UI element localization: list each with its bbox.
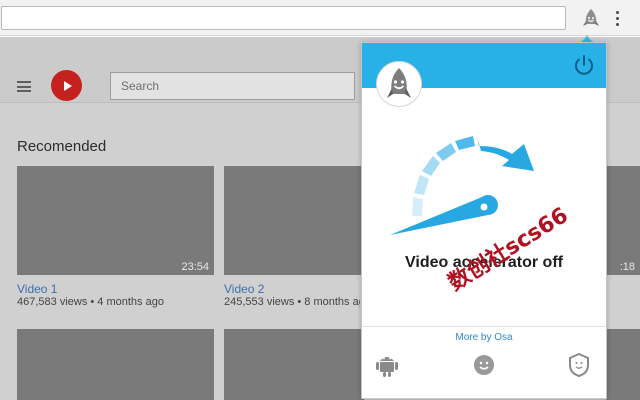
extension-button[interactable] xyxy=(578,6,604,30)
video-title[interactable]: Video 1 xyxy=(17,282,57,296)
video-duration: 23:54 xyxy=(181,261,209,273)
browser-menu-icon[interactable] xyxy=(610,7,624,29)
rocket-face-icon xyxy=(583,9,599,26)
video-thumbnail[interactable]: :18 xyxy=(606,166,640,275)
app-avatar xyxy=(376,61,422,107)
address-bar[interactable] xyxy=(1,6,566,30)
popup-footer: More by Osa xyxy=(362,326,606,398)
search-input[interactable]: Search xyxy=(110,72,355,100)
section-title: Recomended xyxy=(17,138,107,155)
shield-icon[interactable] xyxy=(566,352,592,378)
rocket-face-icon xyxy=(387,68,411,98)
hamburger-menu-icon[interactable] xyxy=(17,81,31,92)
power-button[interactable] xyxy=(572,53,596,77)
video-thumbnail[interactable] xyxy=(224,166,364,275)
browser-toolbar xyxy=(0,0,640,36)
video-meta: 245,553 views • 8 months ago xyxy=(224,296,360,308)
youtube-logo[interactable] xyxy=(51,70,82,101)
video-meta: 467,583 views • 4 months ago xyxy=(17,296,164,308)
rocket-face-icon[interactable] xyxy=(471,352,497,378)
android-icon[interactable] xyxy=(374,352,400,378)
video-title[interactable]: Video 2 xyxy=(224,282,264,296)
power-icon xyxy=(575,55,593,75)
video-thumbnail[interactable] xyxy=(606,329,640,400)
video-thumbnail[interactable] xyxy=(17,329,214,400)
video-duration: :18 xyxy=(619,261,635,273)
more-apps-link[interactable]: More by Osa xyxy=(362,332,606,343)
video-thumbnail[interactable] xyxy=(224,329,364,400)
video-thumbnail[interactable]: 23:54 xyxy=(17,166,214,275)
